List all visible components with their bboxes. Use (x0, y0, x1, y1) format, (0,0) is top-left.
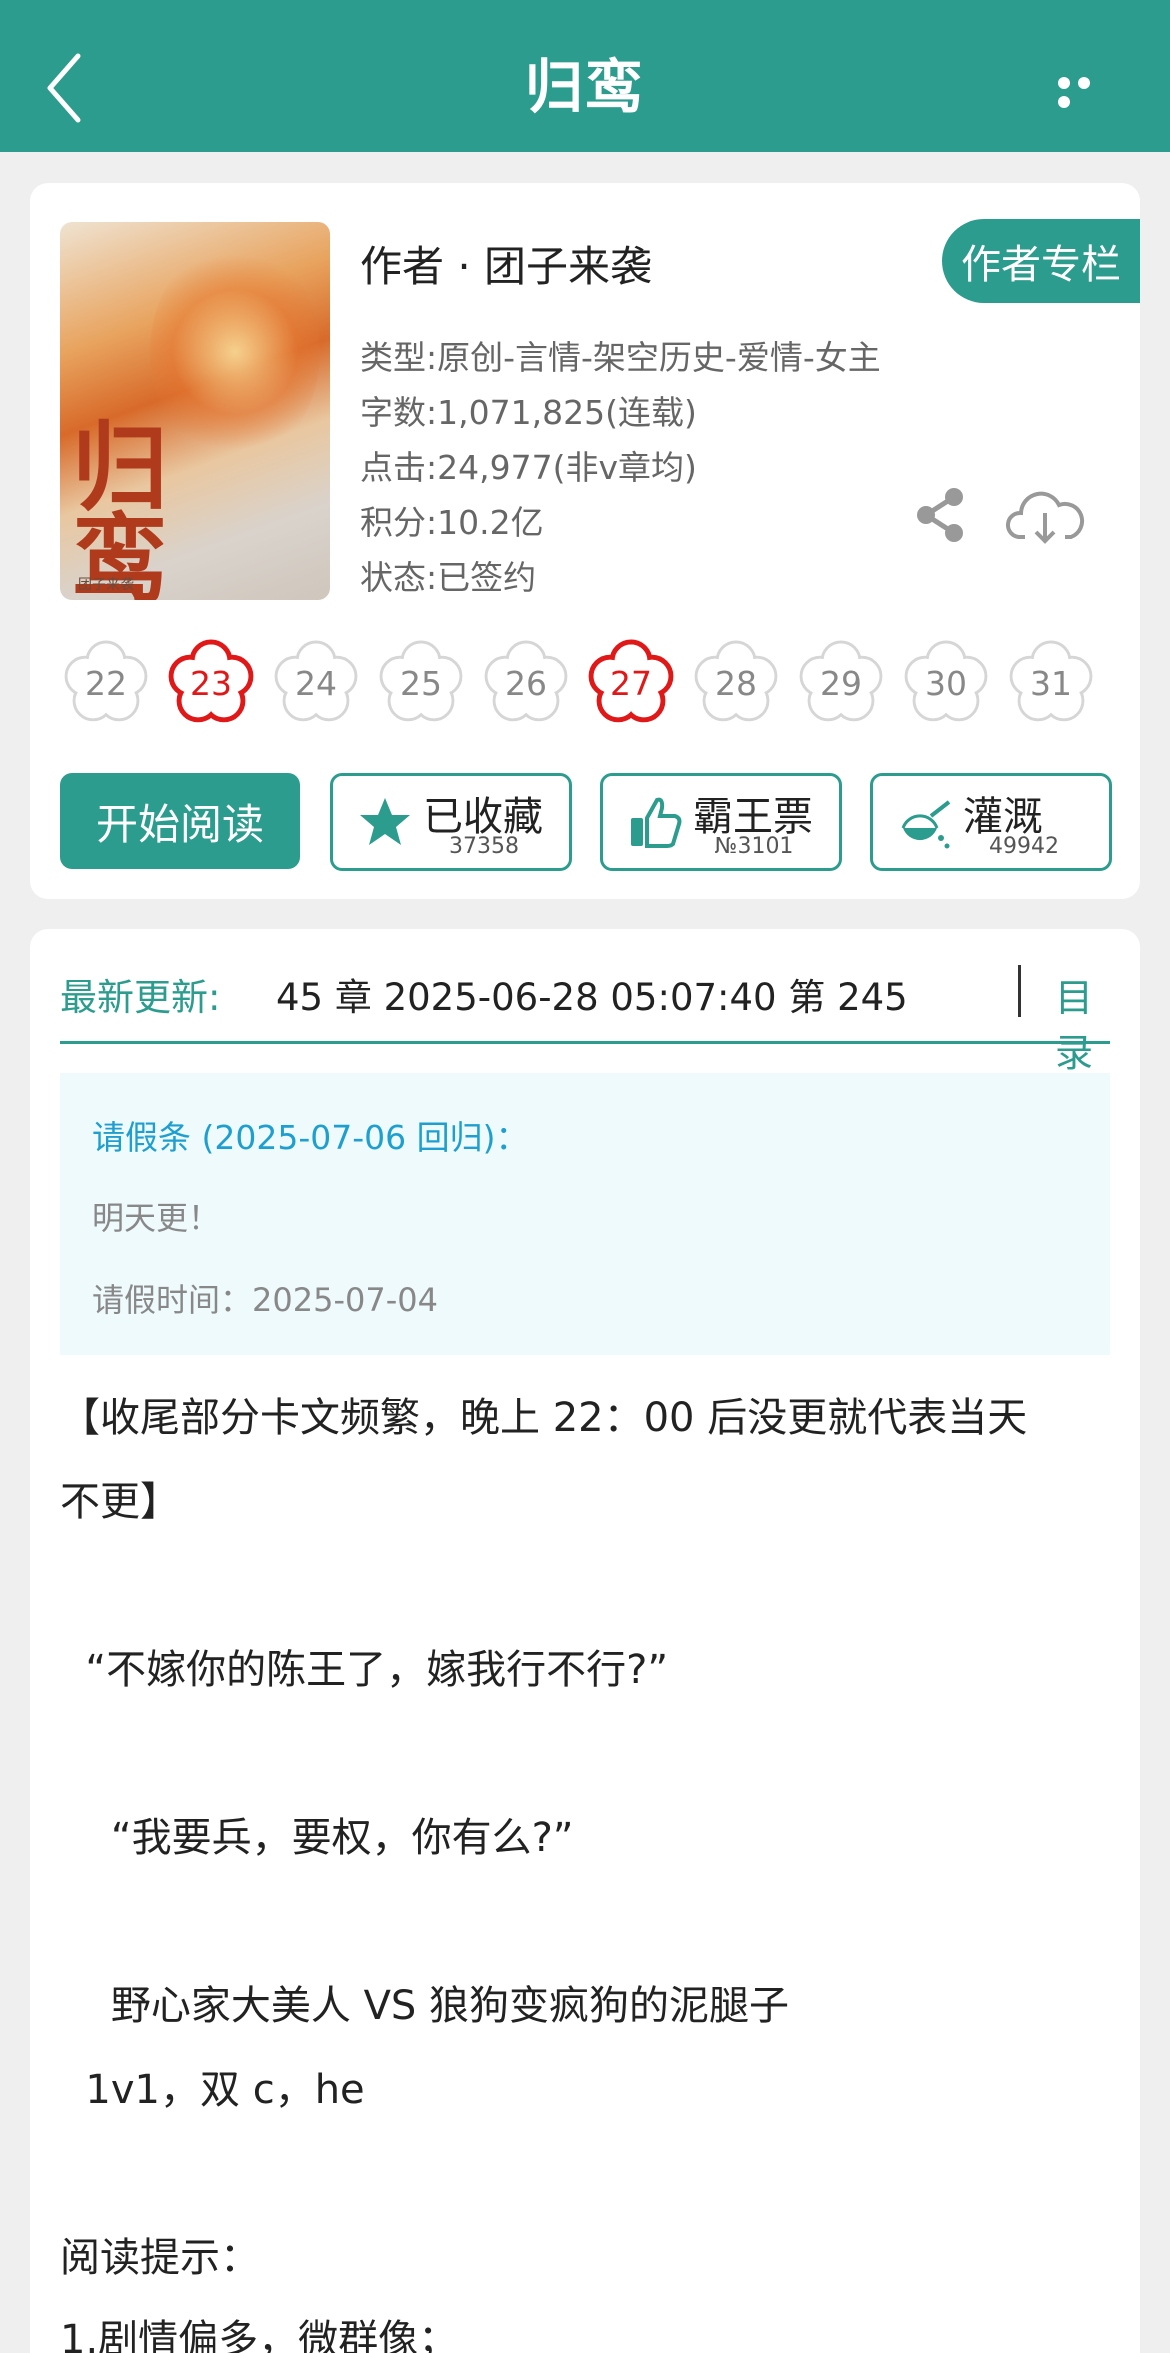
calendar-day: 29 (795, 637, 887, 729)
book-type: 类型:原创-言情-架空历史-爱情-女主 (360, 338, 881, 377)
latest-update-row[interactable]: 最新更新: 45 章 2025-06-28 05:07:40 第 245 目录 (60, 957, 1110, 1075)
calendar-day-number: 22 (85, 663, 127, 703)
calendar-day: 28 (690, 637, 782, 729)
collect-button[interactable]: 已收藏 37358 (330, 773, 572, 871)
book-word-count: 字数:1,071,825(连载) (360, 393, 697, 432)
calendar-day: 31 (1005, 637, 1097, 729)
ticket-count: №3101 (714, 834, 794, 859)
top-bar: 归鸾 (0, 0, 1170, 152)
calendar-day-number: 25 (400, 663, 442, 703)
book-detail-card: 最新更新: 45 章 2025-06-28 05:07:40 第 245 目录 … (30, 929, 1140, 2353)
calendar-day: 23 (165, 637, 257, 729)
intro-line: 【收尾部分卡文频繁，晚上 22：00 后没更就代表当天 (60, 1395, 1028, 1441)
page-title: 归鸾 (524, 53, 645, 121)
calendar-day-number: 26 (505, 663, 547, 703)
calendar-day-number: 24 (295, 663, 337, 703)
start-reading-button[interactable]: 开始阅读 (60, 773, 300, 869)
intro-line: 野心家大美人 VS 狼狗变疯狗的泥腿子 (60, 1983, 790, 2029)
latest-update-text[interactable]: 45 章 2025-06-28 05:07:40 第 245 (276, 967, 960, 1021)
calendar-day-number: 29 (820, 663, 862, 703)
intro-line: 1.剧情偏多，微群像； (60, 2317, 459, 2353)
calendar-day: 26 (480, 637, 572, 729)
water-button[interactable]: 灌溉 49942 (870, 773, 1112, 871)
share-icon[interactable] (910, 485, 970, 545)
thumbs-up-icon (631, 797, 682, 848)
table-of-contents-link[interactable]: 目录 (1055, 967, 1110, 1077)
calendar-day-number: 31 (1030, 663, 1072, 703)
leave-title: 请假条 (2025-07-06 回归)： (92, 1118, 529, 1157)
divider (1018, 965, 1021, 1017)
intro-line: 不更】 (60, 1479, 180, 1525)
book-status: 状态:已签约 (360, 558, 537, 597)
collect-count: 37358 (449, 834, 519, 859)
calendar-day: 24 (270, 637, 362, 729)
more-icon[interactable] (1058, 74, 1114, 108)
overlord-ticket-button[interactable]: 霸王票 №3101 (600, 773, 842, 871)
leave-date: 请假时间：2025-07-04 (92, 1281, 438, 1319)
book-cover[interactable]: 归鸾 团子来袭 (60, 222, 330, 600)
intro-line: 阅读提示： (60, 2235, 260, 2281)
book-info-card: 归鸾 团子来袭 作者 · 团子来袭 作者专栏 类型:原创-言情-架空历史-爱情-… (30, 183, 1140, 899)
update-underline (60, 1041, 1110, 1044)
author-name[interactable]: 作者 · 团子来袭 (360, 233, 652, 294)
calendar-day-number: 27 (610, 663, 652, 703)
calendar-day: 27 (585, 637, 677, 729)
intro-line: 1v1，双 c，he (60, 2067, 365, 2113)
calendar-day-number: 23 (190, 663, 232, 703)
intro-line: “我要兵，要权，你有么?” (60, 1815, 574, 1861)
latest-update-label: 最新更新: (60, 976, 221, 1019)
leave-message: 明天更！ (92, 1199, 221, 1237)
intro-line: “不嫁你的陈王了，嫁我行不行?” (60, 1647, 669, 1693)
calendar-day-number: 28 (715, 663, 757, 703)
water-count: 49942 (989, 834, 1059, 859)
book-clicks: 点击:24,977(非v章均) (360, 448, 697, 487)
calendar-day-number: 30 (925, 663, 967, 703)
book-score: 积分:10.2亿 (360, 503, 544, 542)
calendar-day: 22 (60, 637, 152, 729)
leave-notice: 请假条 (2025-07-06 回归)： 明天更！ 请假时间：2025-07-0… (60, 1073, 1110, 1355)
download-icon[interactable] (1005, 483, 1085, 549)
watering-can-icon (901, 800, 951, 849)
update-calendar: 22 23 24 25 26 27 28 29 30 31 (60, 637, 1120, 737)
calendar-day: 30 (900, 637, 992, 729)
star-icon (360, 798, 410, 845)
author-column-button[interactable]: 作者专栏 (942, 219, 1140, 303)
calendar-day: 25 (375, 637, 467, 729)
